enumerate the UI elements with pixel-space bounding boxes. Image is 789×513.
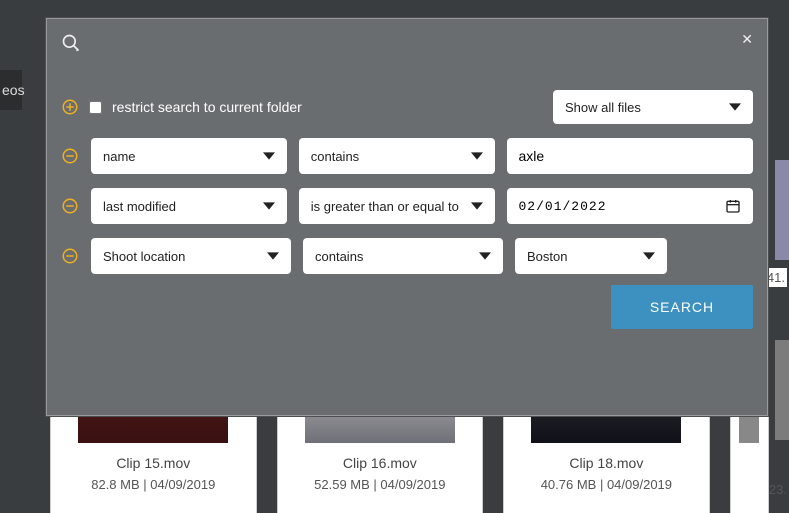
remove-criteria-icon[interactable] xyxy=(61,197,79,215)
chevron-down-icon xyxy=(471,200,483,212)
criteria-value-input[interactable] xyxy=(519,188,726,224)
peek-thumbnail xyxy=(775,340,789,440)
criteria-field-select[interactable]: last modified xyxy=(91,188,287,224)
add-criteria-icon[interactable] xyxy=(61,98,79,116)
criteria-value-select[interactable]: Boston xyxy=(515,238,667,274)
criteria-field-label: last modified xyxy=(103,199,176,214)
clip-meta: 52.59 MB | 04/09/2019 xyxy=(314,477,445,492)
criteria-operator-select[interactable]: contains xyxy=(303,238,503,274)
chevron-down-icon xyxy=(643,250,655,262)
peek-meta: 23. xyxy=(769,482,787,497)
criteria-row: name contains xyxy=(61,138,753,174)
restrict-folder-row: restrict search to current folder xyxy=(61,98,302,116)
criteria-operator-select[interactable]: contains xyxy=(299,138,495,174)
criteria-operator-select[interactable]: is greater than or equal to xyxy=(299,188,495,224)
chevron-down-icon xyxy=(479,250,491,262)
remove-criteria-icon[interactable] xyxy=(61,147,79,165)
criteria-value-text[interactable] xyxy=(507,138,754,174)
close-icon[interactable]: ✕ xyxy=(741,31,753,48)
criteria-field-label: Shoot location xyxy=(103,249,185,264)
criteria-field-select[interactable]: name xyxy=(91,138,287,174)
chevron-down-icon xyxy=(729,101,741,113)
calendar-icon[interactable] xyxy=(725,198,741,214)
criteria-operator-label: is greater than or equal to xyxy=(311,199,459,214)
remove-criteria-icon[interactable] xyxy=(61,247,79,265)
clip-name: Clip 18.mov xyxy=(569,455,643,471)
peek-meta: 41. xyxy=(765,268,787,287)
search-button[interactable]: SEARCH xyxy=(611,285,753,329)
criteria-field-label: name xyxy=(103,149,136,164)
criteria-value-date[interactable] xyxy=(507,188,754,224)
clip-name: Clip 16.mov xyxy=(343,455,417,471)
search-icon xyxy=(61,33,81,53)
criteria-operator-label: contains xyxy=(315,249,363,264)
restrict-folder-checkbox[interactable] xyxy=(89,101,102,114)
clip-meta: 40.76 MB | 04/09/2019 xyxy=(541,477,672,492)
clip-meta: 82.8 MB | 04/09/2019 xyxy=(91,477,215,492)
criteria-row: last modified is greater than or equal t… xyxy=(61,188,753,224)
chevron-down-icon xyxy=(263,200,275,212)
criteria-operator-label: contains xyxy=(311,149,359,164)
clip-name: Clip 15.mov xyxy=(116,455,190,471)
criteria-value-input[interactable] xyxy=(519,138,742,174)
chevron-down-icon xyxy=(471,150,483,162)
criteria-row: Shoot location contains Boston xyxy=(61,238,753,274)
peek-thumbnail xyxy=(775,160,789,260)
show-files-label: Show all files xyxy=(565,100,641,115)
criteria-field-select[interactable]: Shoot location xyxy=(91,238,291,274)
criteria-value-label: Boston xyxy=(527,249,567,264)
advanced-search-panel: ✕ restrict search to current folder Show… xyxy=(46,18,768,416)
restrict-folder-label: restrict search to current folder xyxy=(112,99,302,115)
chevron-down-icon xyxy=(263,150,275,162)
sidebar-fragment: eos xyxy=(0,70,22,110)
chevron-down-icon xyxy=(267,250,279,262)
show-files-select[interactable]: Show all files xyxy=(553,90,753,124)
